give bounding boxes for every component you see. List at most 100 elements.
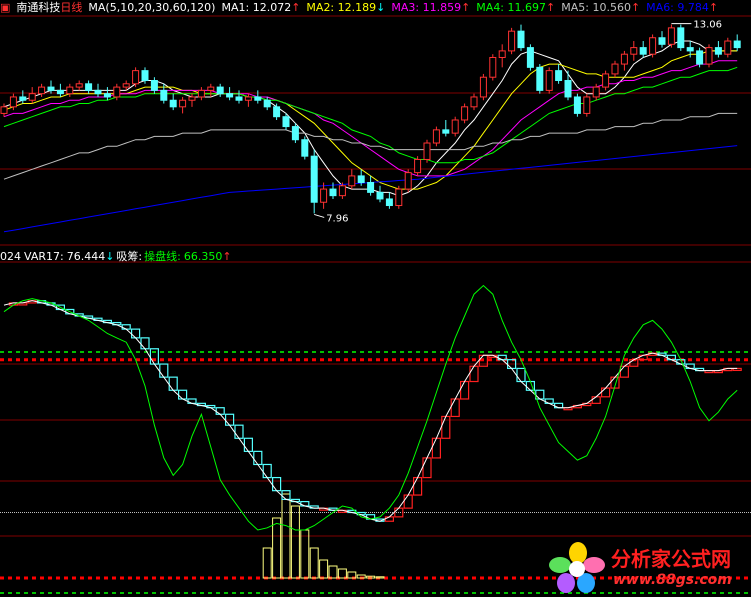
- candle-body: [348, 175, 356, 187]
- candle-body: [19, 96, 27, 101]
- candle-body: [686, 47, 694, 52]
- candle-body: [235, 96, 243, 101]
- candle-body: [122, 83, 130, 88]
- candle-body: [536, 66, 544, 91]
- candle-body: [179, 99, 187, 108]
- price-annotations: 7.96 13.06: [314, 20, 722, 224]
- step-box: [121, 324, 131, 330]
- accumulation-bar: [328, 565, 338, 579]
- candle-body: [461, 106, 469, 121]
- candle-body: [423, 142, 431, 160]
- step-box: [178, 389, 188, 400]
- candle-body: [282, 116, 290, 128]
- ma-line-ma4: [3, 66, 738, 164]
- candle-body: [367, 181, 375, 193]
- candle-body: [395, 188, 403, 207]
- chart-grid: [0, 15, 751, 594]
- ma-values: MA1: 12.072↑ MA2: 12.189↓ MA3: 11.859↑ MA4:…: [221, 1, 724, 14]
- candle-body: [451, 119, 459, 134]
- step-box: [450, 398, 460, 418]
- candle-body: [583, 96, 591, 114]
- operation-line: [3, 300, 738, 522]
- candle-body: [479, 76, 487, 98]
- candle-body: [611, 63, 619, 75]
- step-box: [272, 476, 282, 492]
- step-box: [253, 450, 263, 466]
- candle-body: [141, 70, 149, 82]
- step-box: [300, 500, 310, 507]
- operation-line-label: 操盘线:: [144, 250, 181, 263]
- step-box: [469, 365, 479, 383]
- ma-item-3: MA3: 11.859↑: [391, 1, 471, 14]
- step-box: [413, 476, 423, 496]
- step-box: [215, 407, 225, 415]
- candle-body: [508, 30, 516, 52]
- candle-body: [526, 47, 534, 68]
- watermark-title: 分析家公式网: [611, 547, 731, 571]
- candle-body: [56, 89, 64, 95]
- candle-body: [310, 155, 318, 203]
- watermark: 分析家公式网 www.88gs.com: [548, 541, 748, 593]
- accumulation-bar: [262, 547, 272, 579]
- step-box: [403, 494, 413, 509]
- stock-name: 南通科技: [16, 1, 61, 14]
- step-box: [460, 380, 470, 400]
- step-box: [600, 387, 611, 398]
- step-box: [131, 328, 141, 339]
- indicator-panel: [3, 284, 742, 579]
- accumulation-bar: [290, 505, 300, 579]
- candle-body: [602, 73, 610, 88]
- period-label: 日线: [60, 1, 83, 14]
- candle-body: [66, 86, 74, 95]
- main-panel-header: ▣ 南通科技日线 MA(5,10,20,30,60,120) MA1: 12.072↑…: [0, 0, 730, 16]
- candle-body: [442, 129, 450, 134]
- candle-body: [329, 188, 337, 197]
- candle-body: [677, 27, 685, 49]
- step-box: [281, 490, 291, 501]
- candle-body: [414, 158, 422, 174]
- ma-item-1: MA1: 12.072↑: [221, 1, 301, 14]
- step-box: [243, 437, 253, 452]
- candle-body: [291, 126, 299, 141]
- ma-line-ma2: [3, 50, 738, 190]
- candle-body: [85, 83, 93, 91]
- candle-body: [639, 47, 647, 55]
- step-box: [159, 363, 169, 378]
- accumulation-bar: [300, 529, 310, 579]
- candle-body: [517, 30, 525, 49]
- accumulation-bar: [272, 517, 282, 579]
- candle-body: [169, 99, 177, 108]
- candle-body: [620, 53, 628, 65]
- panel-marker-icon: ▣: [0, 1, 11, 14]
- moving-average-lines: [3, 40, 738, 233]
- candle-body: [385, 198, 393, 207]
- candle-body: [667, 27, 675, 45]
- accumulation-bar: [319, 559, 329, 579]
- step-box: [140, 337, 150, 350]
- candle-body: [226, 93, 234, 98]
- candle-body: [160, 89, 168, 101]
- candle-body: [216, 86, 224, 95]
- var17-label: VAR17:: [24, 250, 64, 263]
- candle-body: [338, 185, 346, 197]
- step-box: [591, 396, 601, 404]
- candle-body: [207, 86, 215, 91]
- candle-body: [432, 129, 440, 144]
- candle-body: [132, 70, 140, 85]
- var17-value: 76.444: [66, 250, 106, 263]
- ma-line-ma3: [3, 60, 738, 177]
- candle-body: [320, 188, 328, 203]
- step-box: [544, 398, 554, 404]
- candle-body: [38, 86, 46, 95]
- candle-body: [47, 86, 55, 91]
- candle-body: [696, 50, 704, 65]
- high-price-label: 13.06: [693, 20, 722, 31]
- candle-body: [254, 96, 262, 101]
- candle-body: [150, 80, 158, 91]
- candle-body: [94, 89, 102, 95]
- ma-item-2: MA2: 12.189↓: [306, 1, 386, 14]
- ma-item-4: MA4: 11.697↑: [476, 1, 556, 14]
- candle-body: [555, 70, 563, 82]
- step-box: [384, 516, 394, 522]
- candle-body: [301, 139, 309, 157]
